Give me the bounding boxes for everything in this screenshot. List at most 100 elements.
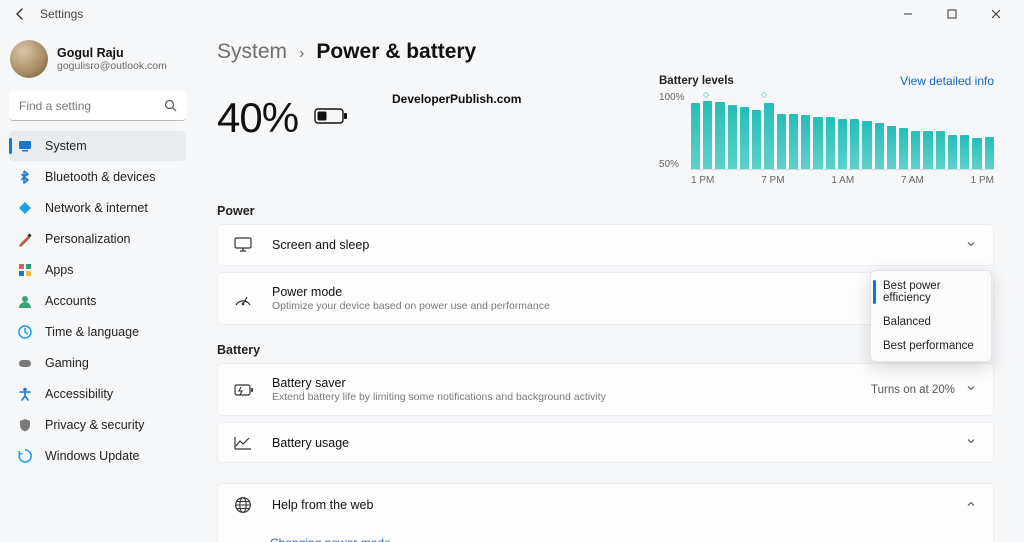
minimize-button[interactable] bbox=[886, 0, 930, 28]
sidebar-item-personalization[interactable]: Personalization bbox=[9, 224, 186, 254]
sidebar: Gogul Raju gogulisro@outlook.com System B… bbox=[0, 28, 195, 542]
sidebar-item-label: Network & internet bbox=[45, 201, 148, 215]
title-bar: Settings bbox=[0, 0, 1024, 28]
chart-bar bbox=[813, 117, 822, 169]
chart-bar bbox=[899, 128, 908, 169]
breadcrumb-current: Power & battery bbox=[316, 40, 476, 64]
screen-and-sleep-row[interactable]: Screen and sleep bbox=[217, 224, 994, 266]
chart-bar bbox=[923, 131, 932, 169]
close-button[interactable] bbox=[974, 0, 1018, 28]
breadcrumb: System › Power & battery bbox=[217, 40, 994, 64]
app-title: Settings bbox=[40, 7, 83, 21]
chart-bar bbox=[838, 119, 847, 169]
battery-chart-block: Battery levels View detailed info 100% 5… bbox=[659, 74, 994, 186]
profile-name: Gogul Raju bbox=[57, 46, 167, 60]
chart-bar bbox=[826, 117, 835, 169]
power-mode-option[interactable]: Best power efficiency bbox=[871, 274, 991, 310]
profile-block[interactable]: Gogul Raju gogulisro@outlook.com bbox=[6, 34, 189, 88]
sidebar-item-label: Personalization bbox=[45, 232, 130, 246]
y-label-100: 100% bbox=[659, 92, 687, 103]
chart-bar bbox=[972, 138, 981, 169]
row-subtitle: Extend battery life by limiting some not… bbox=[272, 391, 606, 403]
help-from-web-row[interactable]: Help from the web Changing power mode bbox=[217, 483, 994, 542]
sidebar-item-label: Privacy & security bbox=[45, 418, 144, 432]
sidebar-item-label: Apps bbox=[45, 263, 74, 277]
maximize-button[interactable] bbox=[930, 0, 974, 28]
sidebar-item-apps[interactable]: Apps bbox=[9, 255, 186, 285]
accounts-icon bbox=[17, 293, 33, 309]
battery-chart[interactable]: 100% 50% 1 PM7 PM1 AM7 AM1 PM ◇ ◇ bbox=[659, 90, 994, 186]
chart-bar bbox=[887, 126, 896, 169]
sidebar-item-label: Bluetooth & devices bbox=[45, 170, 156, 184]
sidebar-item-accessibility[interactable]: Accessibility bbox=[9, 379, 186, 409]
chart-bar bbox=[936, 131, 945, 169]
battery-saver-row[interactable]: Battery saver Extend battery life by lim… bbox=[217, 363, 994, 416]
chart-bar bbox=[777, 114, 786, 169]
accessibility-icon bbox=[17, 386, 33, 402]
battery-saver-icon bbox=[234, 383, 254, 397]
battery-percent: 40% bbox=[217, 94, 298, 142]
chart-bar bbox=[862, 121, 871, 169]
power-mode-menu: Best power efficiencyBalancedBest perfor… bbox=[870, 270, 992, 362]
row-title: Help from the web bbox=[272, 498, 373, 512]
gaming-icon bbox=[17, 355, 33, 371]
chart-bar bbox=[948, 135, 957, 170]
chart-bar bbox=[703, 101, 712, 169]
chevron-up-icon bbox=[965, 498, 977, 513]
back-button[interactable] bbox=[6, 0, 34, 28]
sidebar-item-privacy-security[interactable]: Privacy & security bbox=[9, 410, 186, 440]
x-label: 1 PM bbox=[971, 175, 994, 186]
apps-icon bbox=[17, 262, 33, 278]
row-subtitle: Optimize your device based on power use … bbox=[272, 300, 550, 312]
x-label: 7 PM bbox=[761, 175, 784, 186]
battery-saver-status: Turns on at 20% bbox=[871, 384, 955, 396]
chart-bar bbox=[985, 137, 994, 169]
help-link-changing-power-mode[interactable]: Changing power mode bbox=[218, 526, 993, 542]
chart-title: Battery levels bbox=[659, 75, 734, 87]
chevron-down-icon bbox=[965, 435, 977, 450]
chevron-down-icon bbox=[965, 238, 977, 253]
power-mode-icon bbox=[234, 291, 254, 307]
power-mode-option[interactable]: Balanced bbox=[871, 310, 991, 334]
view-detailed-info-link[interactable]: View detailed info bbox=[900, 74, 994, 88]
chart-bar bbox=[728, 105, 737, 169]
chevron-right-icon: › bbox=[299, 45, 304, 63]
battery-icon bbox=[314, 106, 348, 131]
chart-bar bbox=[715, 102, 724, 169]
sidebar-item-network-internet[interactable]: Network & internet bbox=[9, 193, 186, 223]
power-mode-option[interactable]: Best performance bbox=[871, 334, 991, 358]
monitor-icon bbox=[234, 237, 254, 253]
chart-bar bbox=[752, 110, 761, 169]
sidebar-item-time-language[interactable]: Time & language bbox=[9, 317, 186, 347]
sidebar-item-accounts[interactable]: Accounts bbox=[9, 286, 186, 316]
charge-marker-icon: ◇ bbox=[703, 90, 709, 99]
chevron-down-icon bbox=[965, 382, 977, 397]
battery-usage-row[interactable]: Battery usage bbox=[217, 422, 994, 463]
chart-bar bbox=[789, 114, 798, 169]
sidebar-item-label: Time & language bbox=[45, 325, 139, 339]
chart-bar bbox=[911, 131, 920, 169]
chart-bar bbox=[691, 103, 700, 169]
x-label: 1 PM bbox=[691, 175, 714, 186]
sidebar-item-bluetooth-devices[interactable]: Bluetooth & devices bbox=[9, 162, 186, 192]
update-icon bbox=[17, 448, 33, 464]
sidebar-item-label: Accessibility bbox=[45, 387, 113, 401]
avatar bbox=[10, 40, 48, 78]
search-icon bbox=[164, 99, 177, 117]
row-title: Battery saver bbox=[272, 376, 606, 390]
sidebar-item-system[interactable]: System bbox=[9, 131, 186, 161]
chart-bar bbox=[960, 135, 969, 170]
battery-usage-icon bbox=[234, 436, 254, 450]
breadcrumb-parent[interactable]: System bbox=[217, 40, 287, 64]
sidebar-item-gaming[interactable]: Gaming bbox=[9, 348, 186, 378]
search-input[interactable] bbox=[9, 91, 186, 121]
row-title: Screen and sleep bbox=[272, 238, 369, 252]
chart-bar bbox=[801, 115, 810, 169]
time-icon bbox=[17, 324, 33, 340]
sidebar-item-label: System bbox=[45, 139, 87, 153]
charge-marker-icon: ◇ bbox=[761, 90, 767, 99]
row-title: Battery usage bbox=[272, 436, 349, 450]
sidebar-item-windows-update[interactable]: Windows Update bbox=[9, 441, 186, 471]
row-title: Power mode bbox=[272, 285, 550, 299]
profile-email: gogulisro@outlook.com bbox=[57, 60, 167, 72]
